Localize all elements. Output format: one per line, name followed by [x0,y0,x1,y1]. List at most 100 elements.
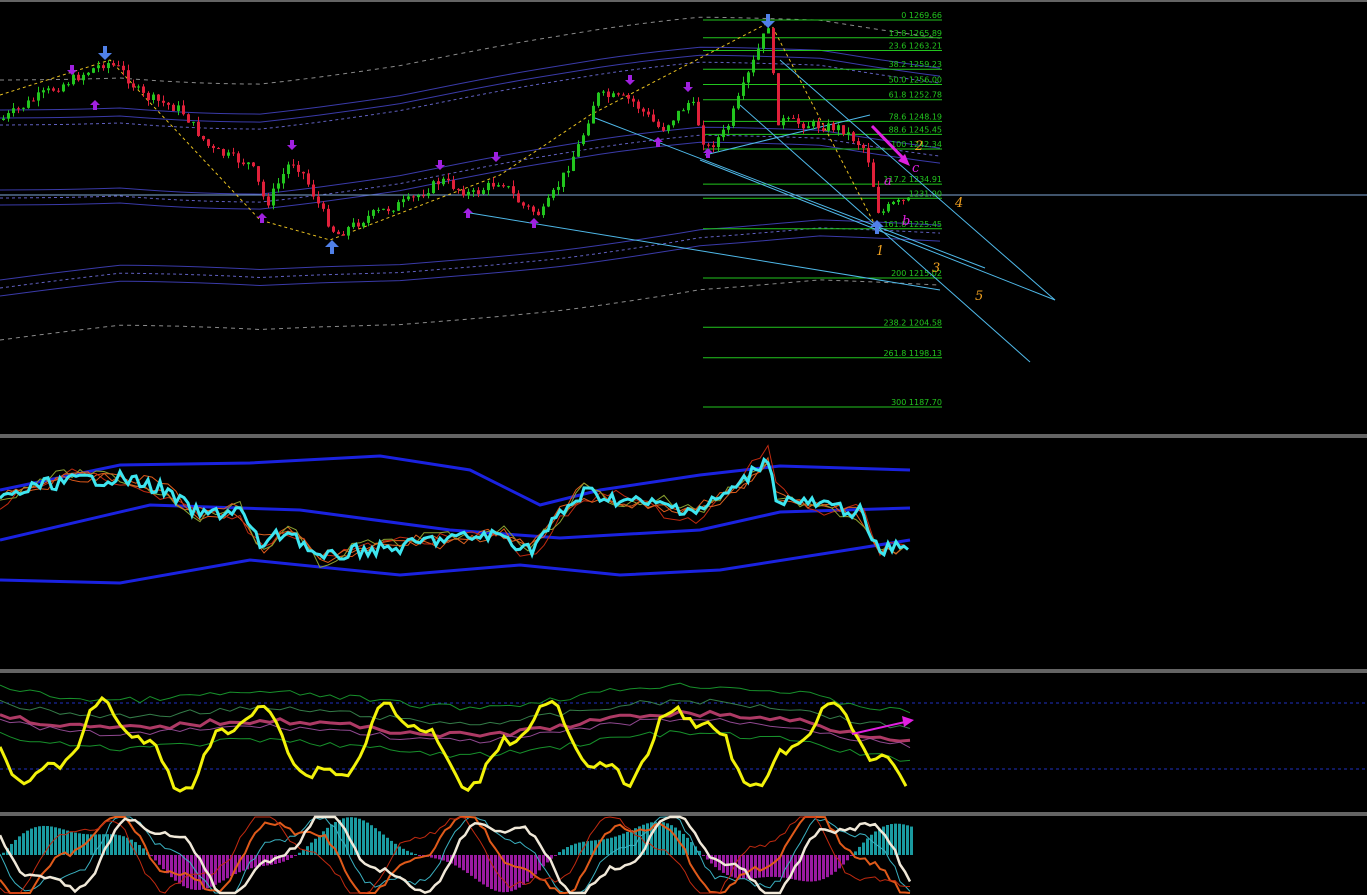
macd-histogram-bar [842,855,845,865]
candle-body [57,90,60,92]
candle-body [602,91,605,93]
candle-body [42,90,45,93]
candle-body [612,93,615,98]
candle-body [647,111,650,115]
candle-body [747,72,750,83]
macd-histogram-bar [54,827,57,855]
candle-body [377,209,380,211]
macd-histogram-bar [294,855,297,856]
macd-histogram-bar [342,818,345,855]
macd-histogram-bar [902,824,905,855]
macd-histogram-bar [762,855,765,878]
macd-histogram-bar [434,855,437,859]
macd-histogram-bar [390,840,393,855]
candle-body [127,70,130,84]
macd-histogram-bar [618,835,621,855]
candle-body [892,201,895,204]
candle-body [7,113,10,119]
macd-histogram-bar [414,853,417,855]
macd-histogram-bar [366,822,369,855]
candle-body [577,144,580,157]
fib-level-label: 300 1187.70 [891,398,942,407]
candle-body [652,114,655,122]
candle-body [292,164,295,166]
macd-histogram-bar [554,855,557,856]
candle-body [907,197,910,201]
candle-body [357,222,360,227]
wave-label-orange: 1 [876,244,884,259]
candle-body [297,164,300,172]
macd-histogram-bar [830,855,833,875]
candle-body [802,123,805,129]
candle-body [167,102,170,105]
macd-histogram-bar [910,826,913,855]
macd-histogram-bar [158,855,161,865]
candle-body [867,147,870,163]
candle-body [697,101,700,126]
candle-body [522,202,525,206]
macd-histogram-bar [174,855,177,881]
macd-histogram-bar [818,855,821,881]
candle-body [302,171,305,174]
macd-histogram-bar [674,827,677,855]
candle-body [882,211,885,213]
macd-histogram-bar [866,838,869,855]
candle-body [287,164,290,174]
candle-body [432,181,435,194]
candle-body [162,100,165,103]
candle-body [2,118,5,120]
candle-body [92,68,95,73]
candle-body [227,152,230,156]
candle-body [877,186,880,213]
candle-body [732,108,735,126]
macd-histogram-bar [42,825,45,855]
macd-histogram-bar [350,817,353,855]
candle-body [122,65,125,71]
macd-histogram-bar [362,820,365,855]
candle-body [172,104,175,111]
candle-body [707,144,710,146]
candle-body [277,183,280,189]
macd-histogram-bar [182,855,185,887]
candle-body [797,118,800,124]
candle-body [82,74,85,81]
macd-histogram-bar [454,855,457,866]
candle-body [142,86,145,93]
fib-level-label: 38.2 1259.23 [889,60,942,69]
macd-histogram-bar [318,834,321,855]
candle-body [347,227,350,236]
candle-body [542,206,545,216]
candle-body [427,193,430,196]
candle-body [267,196,270,206]
candle-body [197,121,200,136]
wave-label-orange: 2 [914,139,923,154]
macd-histogram-bar [458,855,461,868]
candle-body [387,208,390,212]
candle-body [182,105,185,115]
wave-label-magenta: c [912,161,920,176]
macd-histogram-bar [806,855,809,882]
macd-histogram-bar [142,848,145,855]
candle-body [582,135,585,145]
wave-label-orange: 4 [954,196,963,211]
fib-level-label: 23.6 1263.21 [889,41,942,50]
candle-body [422,195,425,197]
macd-histogram-bar [14,839,17,855]
macd-histogram-bar [418,855,421,856]
candle-body [762,33,765,49]
macd-histogram-bar [78,833,81,855]
candle-body [587,123,590,136]
candle-body [402,199,405,203]
candle-body [772,28,775,74]
macd-histogram-bar [62,829,65,855]
candle-body [152,94,155,100]
macd-histogram-bar [862,842,865,855]
candle-body [827,123,830,131]
macd-histogram-bar [614,836,617,855]
candle-body [207,139,210,146]
candle-body [187,114,190,123]
macd-histogram-bar [562,849,565,855]
candle-body [662,126,665,131]
macd-histogram-bar [490,855,493,890]
macd-histogram-bar [22,833,25,855]
